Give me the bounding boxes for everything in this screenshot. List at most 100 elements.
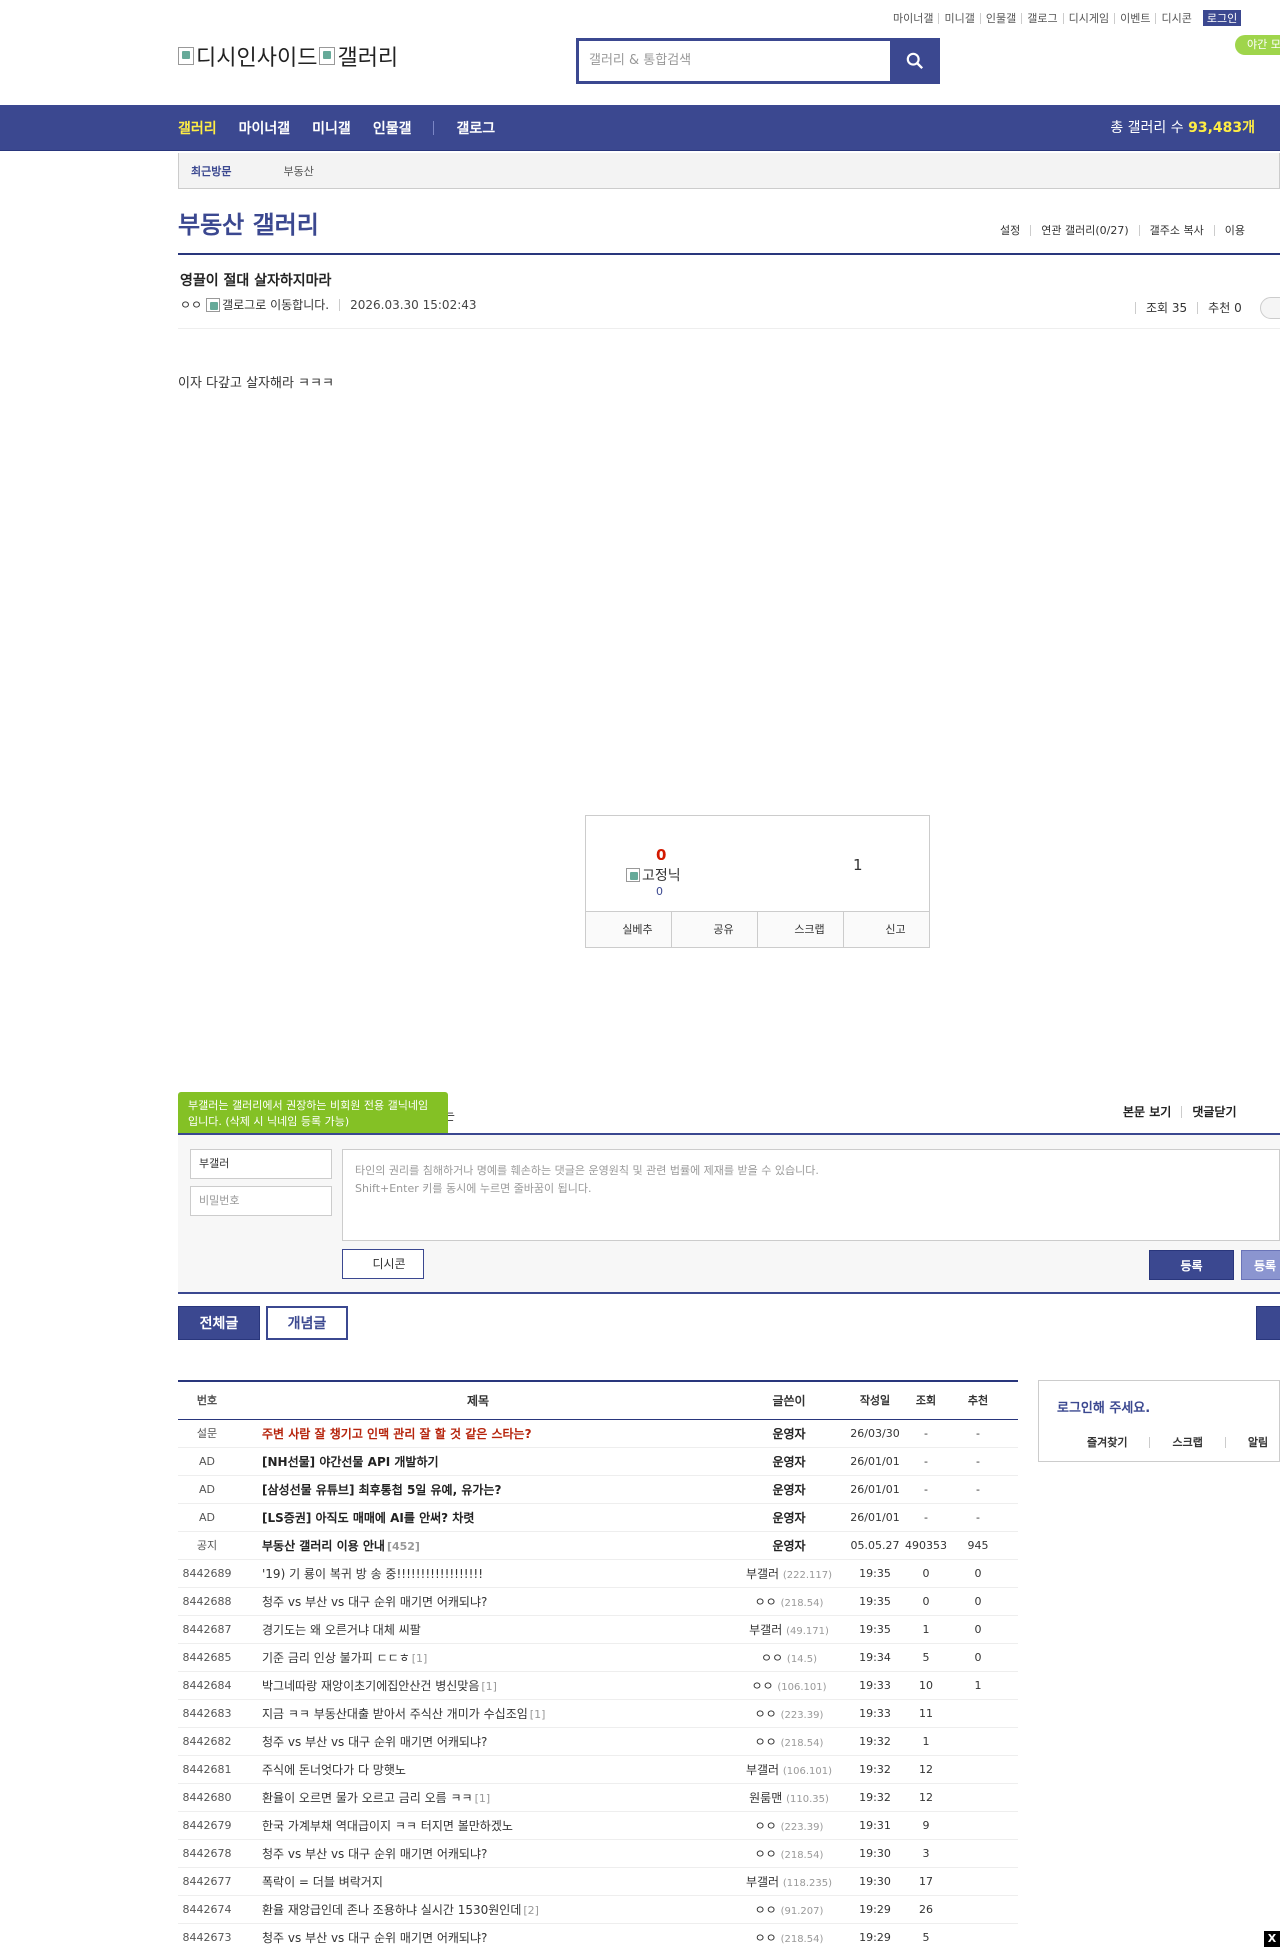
- util-link[interactable]: 이벤트: [1114, 12, 1155, 24]
- writer-name[interactable]: 운영자: [772, 1483, 805, 1497]
- table-row[interactable]: 설문 주변 사람 잘 챙기고 인맥 관리 잘 할 것 같은 스타는? 운영자 26/0…: [178, 1420, 1018, 1448]
- post-title-link[interactable]: 폭락이 = 더블 벼락거지: [262, 1875, 383, 1889]
- table-row[interactable]: 8442680 환율이 오르면 물가 오르고 금리 오름 ㅋㅋ [1] 원룸맨 (11…: [178, 1784, 1018, 1812]
- comment-count[interactable]: [1]: [481, 1680, 497, 1693]
- post-title-cell[interactable]: 청주 vs 부산 vs 대구 순위 매기면 어캐되냐?: [262, 1840, 762, 1868]
- post-title-cell[interactable]: [LS증권] 아직도 매매에 AI를 안써? 차렷: [262, 1504, 762, 1532]
- gnb-item[interactable]: 갤러리: [178, 118, 217, 138]
- recommend-action-button[interactable]: 신고: [843, 912, 929, 947]
- table-row[interactable]: 8442687 경기도는 왜 오른거냐 대체 씨팔 부갤러 (49.171) 19:3…: [178, 1616, 1018, 1644]
- comment-count[interactable]: [1]: [475, 1792, 491, 1805]
- post-title-cell[interactable]: 환율 재앙급인데 존나 조용하냐 실시간 1530원인데 [2]: [262, 1896, 762, 1925]
- post-title-link[interactable]: 청주 vs 부산 vs 대구 순위 매기면 어캐되냐?: [262, 1931, 487, 1945]
- writer-name[interactable]: ㅇㅇ: [755, 1931, 777, 1945]
- recommend-action-button[interactable]: 공유: [671, 912, 757, 947]
- table-row[interactable]: 8442688 청주 vs 부산 vs 대구 순위 매기면 어캐되냐? ㅇㅇ (21…: [178, 1588, 1018, 1616]
- table-row[interactable]: AD [삼성선물 유튜브] 최후통첩 5일 유예, 유가는? 운영자 26/01/01…: [178, 1476, 1018, 1504]
- comment-count[interactable]: [2]: [523, 1904, 539, 1917]
- login-button[interactable]: 로그인: [1202, 10, 1242, 26]
- post-title-cell[interactable]: 주식에 돈너엇다가 다 망햇노: [262, 1756, 762, 1784]
- post-title-link[interactable]: 주변 사람 잘 챙기고 인맥 관리 잘 할 것 같은 스타는?: [262, 1427, 532, 1441]
- gallery-tool-link[interactable]: 연관 갤러리(0/27): [1030, 225, 1138, 236]
- close-ad-button[interactable]: X: [1264, 1931, 1280, 1947]
- post-title-cell[interactable]: [NH선물] 야간선물 API 개발하기: [262, 1448, 762, 1476]
- site-logo[interactable]: 디시인사이드 갤러리: [178, 40, 398, 72]
- search-button[interactable]: [893, 41, 937, 81]
- post-title-cell[interactable]: 한국 가계부채 역대급이지 ㅋㅋ 터지면 볼만하겠노: [262, 1812, 762, 1840]
- recommend-down-count[interactable]: 1: [853, 856, 863, 874]
- tab-all-posts[interactable]: 전체글: [178, 1306, 260, 1340]
- writer-name[interactable]: 부갤러: [749, 1623, 782, 1637]
- post-title-link[interactable]: [NH선물] 야간선물 API 개발하기: [262, 1455, 439, 1469]
- post-title-link[interactable]: 주식에 돈너엇다가 다 망햇노: [262, 1763, 406, 1777]
- login-panel-link[interactable]: 스크랩: [1149, 1437, 1224, 1448]
- post-title-link[interactable]: 청주 vs 부산 vs 대구 순위 매기면 어캐되냐?: [262, 1595, 487, 1609]
- writer-name[interactable]: ㅇㅇ: [755, 1903, 777, 1917]
- post-title-cell[interactable]: 청주 vs 부산 vs 대구 순위 매기면 어캐되냐?: [262, 1728, 762, 1756]
- nickname-input[interactable]: 부갤러: [190, 1149, 332, 1179]
- table-row[interactable]: 8442678 청주 vs 부산 vs 대구 순위 매기면 어캐되냐? ㅇㅇ (21…: [178, 1840, 1018, 1868]
- login-panel-link[interactable]: 즐겨찾기: [1087, 1437, 1149, 1448]
- post-title-cell[interactable]: 폭락이 = 더블 벼락거지: [262, 1868, 762, 1896]
- gnb-item[interactable]: 마이너갤: [239, 118, 291, 138]
- table-row[interactable]: AD [NH선물] 야간선물 API 개발하기 운영자 26/01/01 - -: [178, 1448, 1018, 1476]
- post-title-link[interactable]: 환율이 오르면 물가 오르고 금리 오름 ㅋㅋ: [262, 1791, 473, 1805]
- post-title-cell[interactable]: 경기도는 왜 오른거냐 대체 씨팔: [262, 1616, 762, 1644]
- gallery-tool-link[interactable]: 갤주소 복사: [1138, 225, 1214, 236]
- post-title-link[interactable]: [삼성선물 유튜브] 최후통첩 5일 유예, 유가는?: [262, 1483, 501, 1497]
- util-link[interactable]: 인물갤: [979, 12, 1021, 24]
- writer-name[interactable]: ㅇㅇ: [755, 1707, 777, 1721]
- login-panel-link[interactable]: 알림: [1224, 1437, 1280, 1448]
- password-input[interactable]: 비밀번호: [190, 1186, 332, 1216]
- comment-tool-link[interactable]: 댓글닫기: [1181, 1106, 1246, 1118]
- post-title-link[interactable]: 청주 vs 부산 vs 대구 순위 매기면 어캐되냐?: [262, 1847, 487, 1861]
- comment-jump-button[interactable]: [1259, 297, 1280, 319]
- recommend-action-button[interactable]: 실베추: [586, 912, 671, 947]
- writer-name[interactable]: 운영자: [772, 1511, 805, 1525]
- page-title[interactable]: 부동산 갤러리: [178, 205, 319, 240]
- writer-name[interactable]: 운영자: [772, 1427, 805, 1441]
- post-title-cell[interactable]: 환율이 오르면 물가 오르고 금리 오름 ㅋㅋ [1]: [262, 1784, 762, 1813]
- post-title-link[interactable]: 청주 vs 부산 vs 대구 순위 매기면 어캐되냐?: [262, 1735, 487, 1749]
- table-row[interactable]: 8442684 박그네따랑 재앙이초기에집안산건 병신맞음 [1] ㅇㅇ (106.1…: [178, 1672, 1018, 1700]
- comment-count[interactable]: [1]: [530, 1708, 546, 1721]
- util-link[interactable]: 디시게임: [1062, 12, 1114, 24]
- util-link[interactable]: 마이너갤: [893, 13, 938, 24]
- post-title-cell[interactable]: [삼성선물 유튜브] 최후통첩 5일 유예, 유가는?: [262, 1476, 762, 1504]
- gnb-item[interactable]: 인물갤: [373, 118, 412, 138]
- post-title-link[interactable]: 기준 금리 인상 불가피 ㄷㄷㅎ: [262, 1651, 410, 1665]
- comment-count[interactable]: [452]: [387, 1540, 420, 1553]
- util-link[interactable]: 디시콘: [1155, 12, 1196, 24]
- post-title-cell[interactable]: 청주 vs 부산 vs 대구 순위 매기면 어캐되냐?: [262, 1924, 762, 1947]
- post-title-link[interactable]: 경기도는 왜 오른거냐 대체 씨팔: [262, 1623, 421, 1637]
- writer-name[interactable]: 운영자: [772, 1539, 805, 1553]
- gallery-tool-link[interactable]: 설정: [990, 225, 1030, 236]
- post-title-cell[interactable]: 청주 vs 부산 vs 대구 순위 매기면 어캐되냐?: [262, 1588, 762, 1616]
- post-title-cell[interactable]: 지금 ㅋㅋ 부동산대출 받아서 주식산 개미가 수십조임 [1]: [262, 1700, 762, 1729]
- post-title-link[interactable]: 박그네따랑 재앙이초기에집안산건 병신맞음: [262, 1679, 479, 1693]
- comment-count[interactable]: [1]: [412, 1652, 428, 1665]
- recommend-action-button[interactable]: 스크랩: [757, 912, 843, 947]
- writer-name[interactable]: ㅇㅇ: [761, 1651, 783, 1665]
- login-prompt[interactable]: 로그인해 주세요.: [1057, 1397, 1150, 1416]
- post-title-link[interactable]: [LS증권] 아직도 매매에 AI를 안써? 차렷: [262, 1511, 474, 1525]
- util-link[interactable]: 갤로그: [1021, 12, 1062, 24]
- table-row[interactable]: AD [LS증권] 아직도 매매에 AI를 안써? 차렷 운영자 26/01/01 - -: [178, 1504, 1018, 1532]
- write-button[interactable]: [1256, 1306, 1280, 1340]
- post-title-cell[interactable]: 주변 사람 잘 챙기고 인맥 관리 잘 할 것 같은 스타는?: [262, 1420, 762, 1448]
- table-row[interactable]: 8442681 주식에 돈너엇다가 다 망햇노 부갤러 (106.101) 19:32…: [178, 1756, 1018, 1784]
- register-with-dccon-button[interactable]: 등록: [1241, 1250, 1280, 1280]
- night-mode-toggle[interactable]: 야간 모: [1235, 35, 1280, 55]
- gnb-item-gallog[interactable]: 갤로그: [456, 118, 495, 138]
- post-title-cell[interactable]: '19) 기 룡이 복귀 방 송 중!!!!!!!!!!!!!!!!!!: [262, 1560, 762, 1588]
- recent-visits-label[interactable]: 최근방문: [179, 163, 243, 179]
- gnb-item[interactable]: 미니갤: [312, 118, 351, 138]
- table-row[interactable]: 8442685 기준 금리 인상 불가피 ㄷㄷㅎ [1] ㅇㅇ (14.5) 19:34…: [178, 1644, 1018, 1672]
- table-row[interactable]: 8442683 지금 ㅋㅋ 부동산대출 받아서 주식산 개미가 수십조임 [1] ㅇㅇ…: [178, 1700, 1018, 1728]
- search-input[interactable]: 갤러리 & 통합검색: [579, 41, 893, 81]
- dccon-button[interactable]: 디시콘: [342, 1249, 424, 1279]
- writer-name[interactable]: ㅇㅇ: [755, 1595, 777, 1609]
- post-title-cell[interactable]: 박그네따랑 재앙이초기에집안산건 병신맞음 [1]: [262, 1672, 762, 1701]
- gallery-tool-link[interactable]: 이용: [1213, 225, 1255, 236]
- table-row[interactable]: 8442677 폭락이 = 더블 벼락거지 부갤러 (118.235) 19:30 17: [178, 1868, 1018, 1896]
